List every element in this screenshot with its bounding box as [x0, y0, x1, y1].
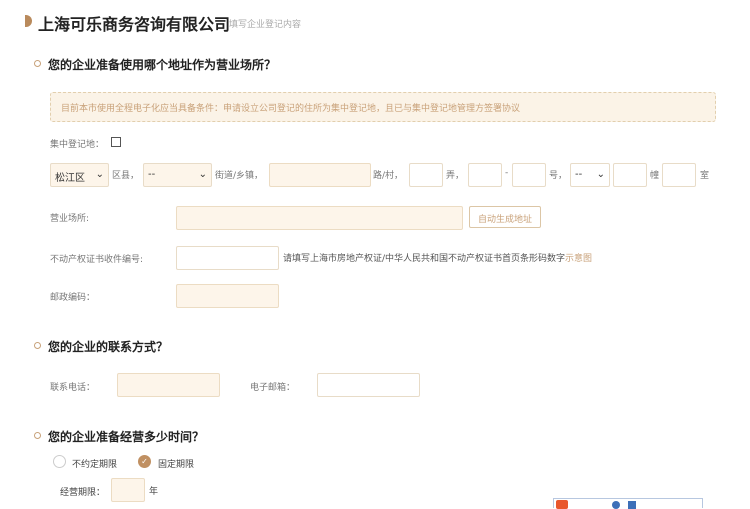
number-input-1[interactable] [468, 163, 502, 187]
district-select[interactable]: 松江区 ⌄ [50, 163, 109, 187]
central-label: 集中登记地： [50, 140, 105, 150]
number-dash: - [505, 168, 509, 178]
road-suffix: 路/村， [373, 171, 404, 181]
chevron-down-icon: ⌄ [596, 169, 605, 180]
year-suffix: 年 [149, 487, 159, 497]
circle-bullet-icon [34, 60, 41, 67]
duration-question: 您的企业准备经营多少时间？ [48, 430, 205, 444]
lane-suffix: 弄， [446, 171, 465, 181]
circle-bullet-icon [34, 432, 41, 439]
building-input[interactable] [613, 163, 647, 187]
circle-bullet-icon [34, 342, 41, 349]
example-link[interactable]: 示意图 [565, 254, 592, 264]
auto-generate-button[interactable]: 自动生成地址 [469, 206, 542, 228]
notice-box: 目前本市使用全程电子化应当具备条件：申请设立公司登记的住所为集中登记地，且已与集… [50, 92, 716, 122]
chevron-down-icon: ⌄ [198, 169, 207, 180]
email-label: 电子邮箱： [250, 383, 296, 393]
road-input[interactable] [269, 163, 371, 187]
phone-input[interactable] [117, 373, 220, 397]
email-input[interactable] [317, 373, 420, 397]
phone-label: 联系电话： [50, 383, 96, 393]
number-suffix: 号， [549, 171, 568, 181]
premises-label: 营业场所: [50, 214, 90, 224]
term-label: 经营期限： [60, 488, 106, 498]
address-question: 您的企业准备使用哪个地址作为营业场所？ [48, 58, 277, 72]
contact-question: 您的企业的联系方式？ [48, 340, 169, 354]
cert-input[interactable] [176, 246, 279, 270]
lane-input[interactable] [409, 163, 443, 187]
term-input[interactable] [111, 478, 145, 502]
building-select[interactable]: -- ⌄ [570, 163, 610, 187]
room-suffix: 室 [700, 171, 710, 181]
ime-toolbar[interactable] [553, 498, 703, 509]
company-title: 上海可乐商务咨询有限公司 [38, 15, 231, 34]
building-suffix: 幢 [650, 171, 660, 181]
central-checkbox[interactable] [111, 137, 121, 147]
fixed-label: 固定期限 [158, 460, 195, 470]
chevron-down-icon: ⌄ [95, 169, 104, 180]
postal-input[interactable] [176, 284, 279, 308]
radio-indefinite[interactable] [53, 455, 66, 468]
ime-logo-icon [556, 500, 568, 509]
cert-label: 不动产权证书收件编号: [50, 255, 144, 265]
street-value: -- [148, 169, 156, 180]
page-subtitle: 填写企业登记内容 [229, 20, 302, 30]
ime-tool-icon[interactable] [612, 501, 620, 509]
cert-hint: 请填写上海市房地产权证/中华人民共和国不动产权证书首页条形码数字 [283, 254, 566, 264]
district-value: 松江区 [55, 173, 85, 184]
building-value: -- [575, 169, 583, 180]
postal-label: 邮政编码： [50, 293, 96, 303]
district-suffix: 区县， [112, 171, 140, 181]
street-select[interactable]: -- ⌄ [143, 163, 212, 187]
room-input[interactable] [662, 163, 696, 187]
street-suffix: 街道/乡镇， [215, 171, 264, 181]
ime-tool-icon[interactable] [628, 501, 636, 509]
premises-input[interactable] [176, 206, 463, 230]
number-input-2[interactable] [512, 163, 546, 187]
title-marker-icon [25, 15, 32, 27]
indefinite-label: 不约定期限 [72, 460, 118, 470]
radio-fixed-checked[interactable]: ✓ [138, 455, 151, 468]
